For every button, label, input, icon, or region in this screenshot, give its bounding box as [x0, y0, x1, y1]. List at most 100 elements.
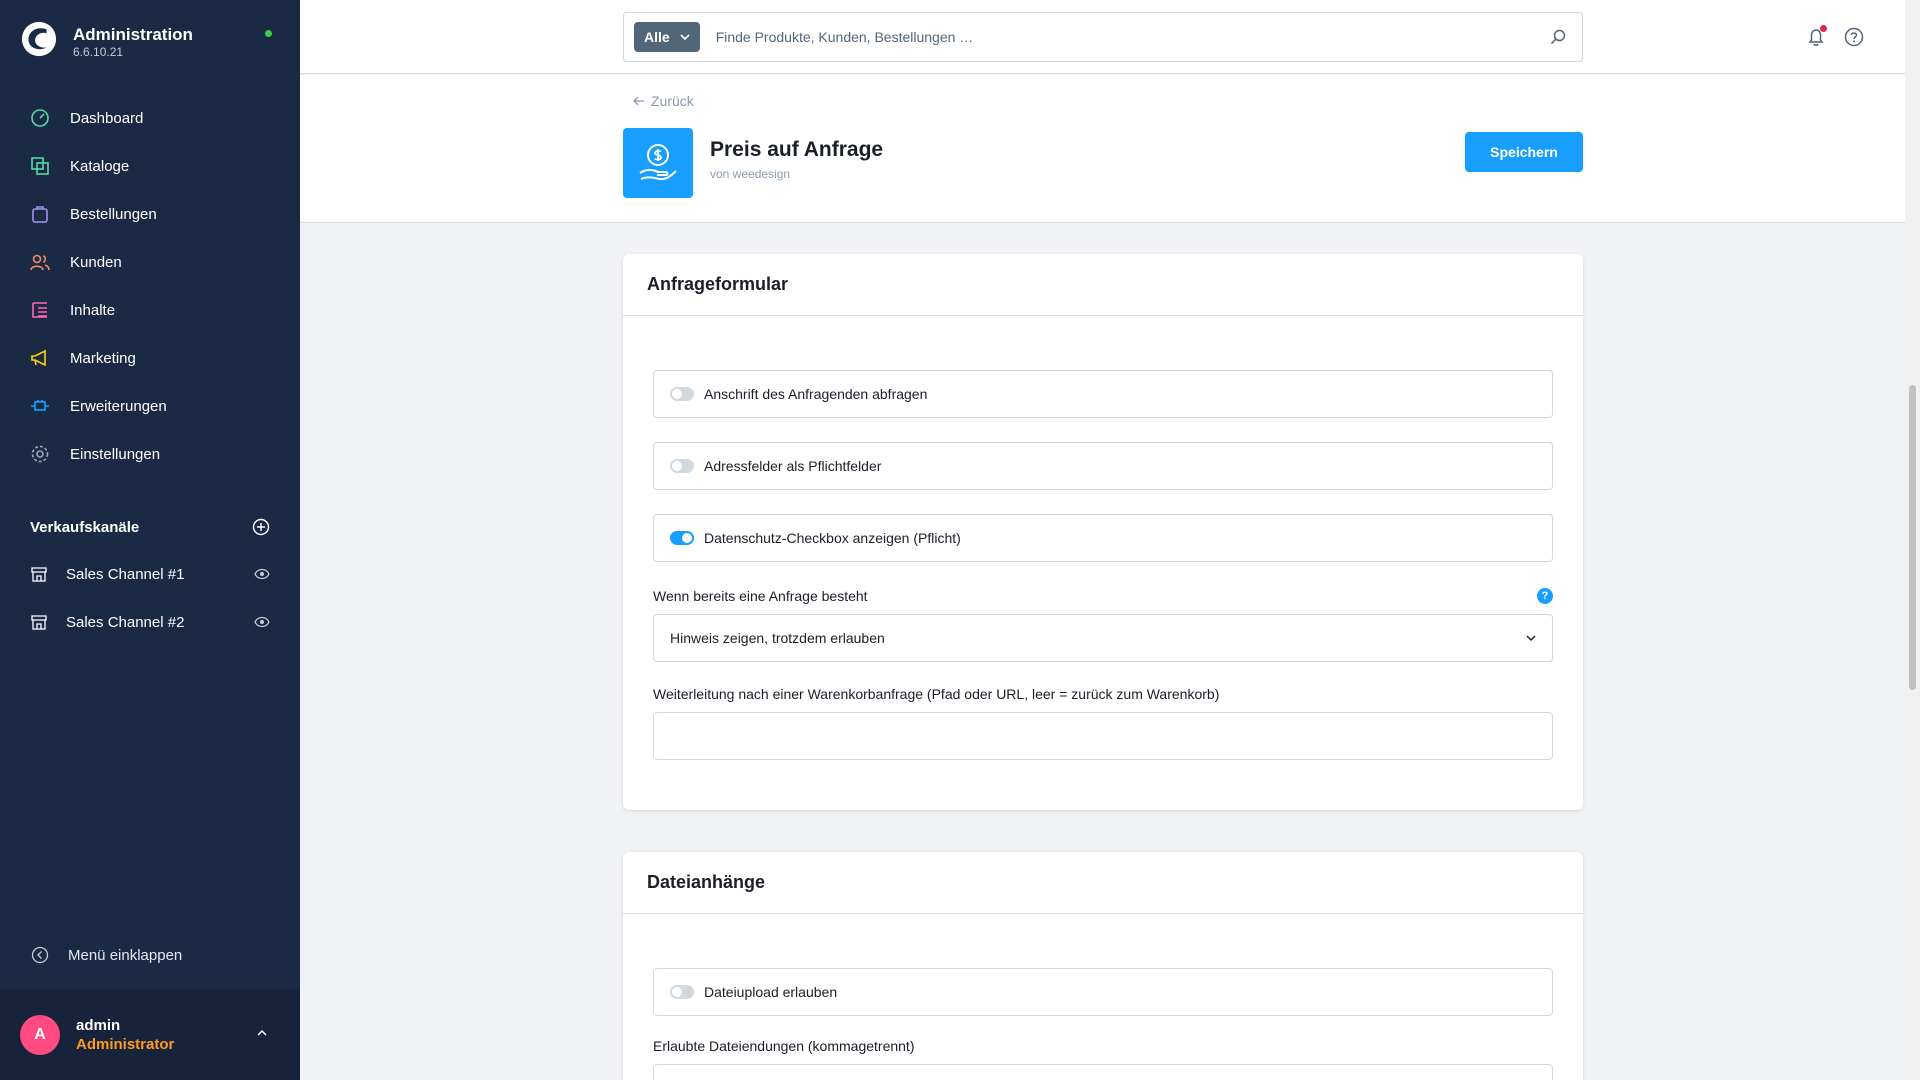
sales-channel-item[interactable]: Sales Channel #1 [0, 550, 300, 598]
sidebar: Administration 6.6.10.21 Dashboard Katal… [0, 0, 300, 1080]
eye-icon[interactable] [254, 616, 270, 628]
user-menu[interactable]: A admin Administrator [0, 990, 300, 1080]
settings-icon [28, 442, 52, 466]
existing-request-label: Wenn bereits eine Anfrage besteht [653, 588, 868, 604]
field-label: Erlaubte Dateiendungen (kommagetrennt) [653, 1036, 1553, 1056]
collapse-menu-label: Menü einklappen [68, 946, 183, 964]
sidebar-item-label: Kataloge [70, 157, 130, 175]
arrow-left-icon [633, 96, 644, 106]
card-title: Dateianhänge [623, 852, 1583, 914]
customers-icon [28, 250, 52, 274]
app-title: Administration [73, 25, 193, 44]
toggle-switch[interactable] [670, 531, 694, 545]
chevron-down-icon [1526, 635, 1536, 642]
attachments-card: Dateianhänge Dateiupload erlauben Erlaub… [623, 852, 1583, 1080]
redirect-url-field[interactable] [653, 712, 1553, 760]
save-button[interactable]: Speichern [1465, 132, 1583, 172]
card-body: Anschrift des Anfragenden abfragen Adres… [623, 316, 1583, 760]
sidebar-item-label: Inhalte [70, 301, 116, 319]
page-title: Preis auf Anfrage [710, 138, 884, 161]
search-icon[interactable] [1548, 27, 1568, 47]
search-input[interactable] [715, 29, 1548, 45]
select-value: Hinweis zeigen, trotzdem erlauben [670, 630, 885, 646]
sidebar-item-label: Erweiterungen [70, 397, 167, 415]
toggle-field[interactable]: Datenschutz-Checkbox anzeigen (Pflicht) [653, 514, 1553, 562]
collapse-menu-button[interactable]: Menü einklappen [30, 945, 182, 965]
inquiry-form-card: Anfrageformular Anschrift des Anfragende… [623, 254, 1583, 810]
sales-channels-title: Verkaufskanäle [30, 518, 140, 536]
notification-badge [1820, 25, 1827, 32]
sales-channels-header: Verkaufskanäle [30, 518, 270, 536]
plugin-icon [623, 128, 693, 198]
search-type-label: Alle [644, 29, 670, 45]
card-title: Anfrageformular [623, 254, 1583, 316]
user-role: Administrator [76, 1036, 175, 1053]
sidebar-item-customers[interactable]: Kunden [0, 238, 300, 286]
field-label: Weiterleitung nach einer Warenkorbanfrag… [653, 684, 1553, 704]
toggle-label: Dateiupload erlauben [704, 984, 838, 1000]
user-name: admin [76, 1017, 121, 1034]
sidebar-item-dashboard[interactable]: Dashboard [0, 94, 300, 142]
back-label: Zurück [651, 93, 694, 109]
catalog-icon [28, 154, 52, 178]
plugin-author: von weedesign [710, 167, 791, 181]
top-icons [1805, 25, 1865, 48]
toggle-label: Datenschutz-Checkbox anzeigen (Pflicht) [704, 530, 961, 546]
extensions-label: Erlaubte Dateiendungen (kommagetrennt) [653, 1038, 915, 1054]
global-search: Alle [623, 12, 1583, 62]
sidebar-item-label: Einstellungen [70, 445, 161, 463]
sidebar-item-extensions[interactable]: Erweiterungen [0, 382, 300, 430]
toggle-field[interactable]: Dateiupload erlauben [653, 968, 1553, 1016]
storefront-icon [30, 613, 48, 631]
price-hand-icon [639, 144, 677, 181]
sidebar-item-orders[interactable]: Bestellungen [0, 190, 300, 238]
brand[interactable]: Administration 6.6.10.21 [20, 20, 193, 59]
sidebar-item-settings[interactable]: Einstellungen [0, 430, 300, 478]
sidebar-item-label: Dashboard [70, 109, 144, 127]
toggle-switch[interactable] [670, 387, 694, 401]
sidebar-item-catalog[interactable]: Kataloge [0, 142, 300, 190]
sales-channel-list: Sales Channel #1 Sales Channel #2 [0, 550, 300, 646]
toggle-label: Anschrift des Anfragenden abfragen [704, 386, 928, 402]
back-link[interactable]: Zurück [633, 93, 694, 109]
shopware-logo-icon [21, 21, 57, 57]
toggle-label: Adressfelder als Pflichtfelder [704, 458, 882, 474]
search-type-select[interactable]: Alle [634, 22, 700, 52]
sidebar-item-marketing[interactable]: Marketing [0, 334, 300, 382]
chevron-down-icon [680, 34, 690, 41]
add-sales-channel-icon[interactable] [252, 518, 270, 536]
toggle-field[interactable]: Adressfelder als Pflichtfelder [653, 442, 1553, 490]
card-body: Dateiupload erlauben Erlaubte Dateiendun… [623, 914, 1583, 1080]
bell-icon[interactable] [1805, 25, 1827, 48]
sales-channel-item[interactable]: Sales Channel #2 [0, 598, 300, 646]
orders-icon [28, 202, 52, 226]
page-header: Zurück Preis auf Anfrage von weedesign S… [300, 75, 1905, 223]
redirect-label: Weiterleitung nach einer Warenkorbanfrag… [653, 686, 1220, 702]
content-icon [28, 298, 52, 322]
help-circle-icon[interactable] [1843, 26, 1865, 48]
sales-channel-label: Sales Channel #2 [66, 613, 185, 631]
toggle-field[interactable]: Anschrift des Anfragenden abfragen [653, 370, 1553, 418]
sidebar-item-label: Marketing [70, 349, 136, 367]
toggle-switch[interactable] [670, 985, 694, 999]
sales-channel-label: Sales Channel #1 [66, 565, 185, 583]
help-icon[interactable]: ? [1537, 588, 1553, 604]
existing-request-select[interactable]: Hinweis zeigen, trotzdem erlauben [653, 614, 1553, 662]
sidebar-item-label: Kunden [70, 253, 122, 271]
storefront-icon [30, 565, 48, 583]
top-bar: Alle [300, 0, 1905, 74]
field-label: Wenn bereits eine Anfrage besteht ? [653, 586, 1553, 606]
dashboard-icon [28, 106, 52, 130]
status-indicator [265, 30, 272, 37]
sidebar-item-label: Bestellungen [70, 205, 157, 223]
sidebar-item-content[interactable]: Inhalte [0, 286, 300, 334]
chevron-up-icon[interactable] [255, 1026, 269, 1040]
file-extensions-field[interactable] [653, 1064, 1553, 1080]
toggle-switch[interactable] [670, 459, 694, 473]
scrollbar[interactable] [1905, 0, 1920, 1080]
main-nav: Dashboard Kataloge Bestellungen Kunden I… [0, 94, 300, 478]
chevron-left-circle-icon [30, 945, 50, 965]
scrollbar-thumb[interactable] [1909, 385, 1916, 690]
marketing-icon [28, 346, 52, 370]
eye-icon[interactable] [254, 568, 270, 580]
